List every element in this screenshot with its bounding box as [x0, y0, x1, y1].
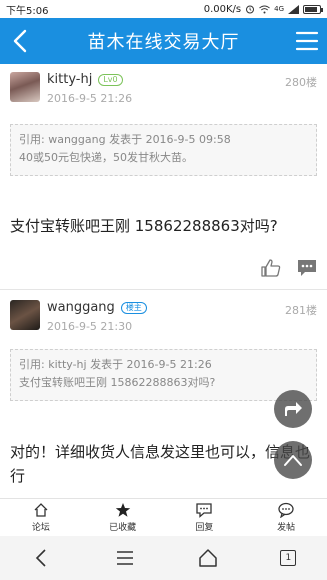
scroll-top-button[interactable]	[274, 441, 312, 479]
network-type: 4G	[274, 5, 284, 13]
chevron-up-icon	[284, 455, 302, 466]
thread-content[interactable]: kitty-hj Lv0 2016-9-5 21:26 280楼 引用: wan…	[0, 64, 327, 498]
floor-number: 281楼	[285, 304, 317, 317]
level-badge: Lv0	[98, 73, 123, 86]
alarm-icon	[246, 5, 255, 14]
signal-icon	[288, 4, 299, 14]
recent-count: 1	[285, 553, 292, 563]
reply-icon	[196, 503, 213, 518]
author-name[interactable]: wanggang	[47, 300, 115, 315]
post-actions	[261, 259, 317, 277]
compose-icon	[278, 502, 294, 518]
home-button-icon[interactable]	[197, 547, 219, 569]
battery-icon	[303, 4, 323, 14]
tab-label: 回复	[195, 523, 214, 533]
tab-label: 已收藏	[109, 523, 137, 533]
post-item: kitty-hj Lv0 2016-9-5 21:26 280楼 引用: wan…	[0, 64, 327, 290]
author-name[interactable]: kitty-hj	[47, 72, 92, 87]
tab-post[interactable]: 发帖	[245, 499, 327, 536]
home-icon	[34, 503, 48, 517]
network-speed: 0.00K/s	[203, 3, 242, 15]
tab-forum[interactable]: 论坛	[0, 499, 82, 536]
avatar[interactable]	[10, 72, 40, 102]
share-icon	[285, 402, 302, 416]
tab-reply[interactable]: 回复	[164, 499, 246, 536]
quote-header: 引用: wanggang 发表于 2016-9-5 09:58	[19, 133, 231, 146]
tab-label: 发帖	[277, 523, 296, 533]
floor-number: 280楼	[285, 76, 317, 89]
back-icon[interactable]	[31, 547, 53, 569]
menu-icon[interactable]	[295, 28, 319, 54]
quote-block: 引用: kitty-hj 发表于 2016-9-5 21:26 支付宝转账吧王刚…	[10, 349, 317, 401]
app-header: 苗木在线交易大厅	[0, 18, 327, 64]
bottom-tab-bar: 论坛 已收藏 回复 发帖	[0, 498, 327, 536]
comment-icon[interactable]	[297, 259, 317, 277]
star-icon	[115, 503, 130, 517]
status-bar: 下午5:06 0.00K/s 4G	[0, 0, 327, 18]
share-button[interactable]	[274, 390, 312, 428]
quote-text: 40或50元包快递，50发甘秋大苗。	[19, 151, 193, 164]
system-nav-bar: 1	[0, 536, 327, 580]
post-body: 支付宝转账吧王刚 15862288863对吗?	[10, 217, 278, 235]
quote-text: 支付宝转账吧王刚 15862288863对吗?	[19, 376, 216, 389]
quote-header: 引用: kitty-hj 发表于 2016-9-5 21:26	[19, 358, 212, 371]
post-time: 2016-9-5 21:26	[47, 92, 133, 105]
quote-block: 引用: wanggang 发表于 2016-9-5 09:58 40或50元包快…	[10, 124, 317, 176]
tab-label: 论坛	[31, 523, 50, 533]
thumbs-up-icon[interactable]	[261, 259, 281, 277]
host-badge: 楼主	[120, 301, 147, 314]
avatar[interactable]	[10, 300, 40, 330]
back-arrow-icon[interactable]	[8, 27, 34, 55]
page-title: 苗木在线交易大厅	[87, 32, 240, 53]
menu-lines-icon[interactable]	[114, 547, 136, 569]
tab-favorites[interactable]: 已收藏	[82, 499, 164, 536]
post-time: 2016-9-5 21:30	[47, 320, 133, 333]
status-time: 下午5:06	[6, 5, 49, 17]
wifi-icon	[259, 5, 270, 13]
post-author[interactable]: wanggang 楼主	[47, 300, 147, 315]
recent-apps-button[interactable]: 1	[280, 550, 297, 566]
post-author[interactable]: kitty-hj Lv0	[47, 72, 123, 87]
